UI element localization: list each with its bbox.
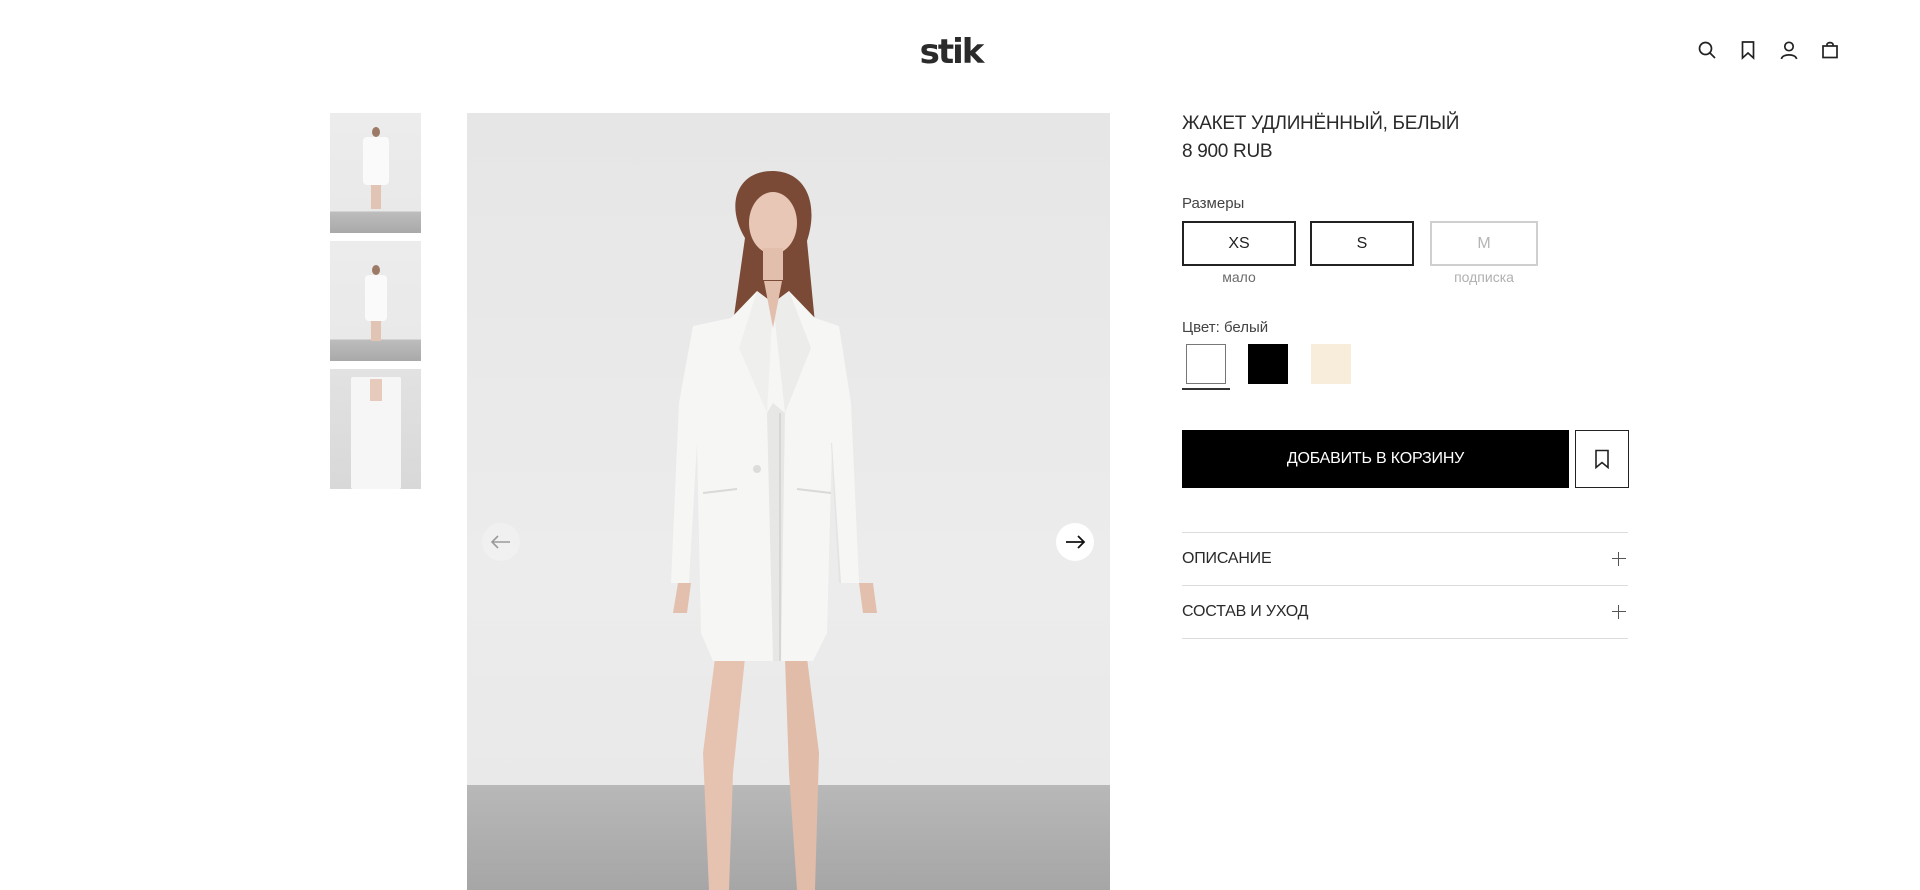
header-icons (1696, 38, 1840, 62)
thumbnail-3[interactable] (330, 369, 421, 489)
user-icon[interactable] (1778, 38, 1799, 62)
model-illustration (671, 171, 877, 890)
thumb-figure-skin (370, 379, 382, 401)
size-note-xs: мало (1222, 269, 1256, 285)
bag-icon[interactable] (1819, 38, 1840, 62)
thumbnail-1[interactable] (330, 113, 421, 233)
bookmark-icon (1595, 449, 1609, 469)
logo[interactable]: stik (918, 32, 985, 72)
thumbnail-list (330, 113, 421, 497)
next-image-button[interactable] (1056, 523, 1094, 561)
size-button-s[interactable]: S (1310, 221, 1414, 266)
selected-color-indicator (1182, 388, 1230, 390)
size-button-m[interactable]: M (1430, 221, 1538, 266)
size-label: XS (1228, 234, 1250, 252)
thumb-figure-legs (370, 185, 381, 209)
color-swatch-black[interactable] (1248, 344, 1288, 384)
product-title: ЖАКЕТ УДЛИНЁННЫЙ, БЕЛЫЙ (1182, 113, 1460, 134)
arrow-left-icon (490, 535, 510, 549)
thumb-figure-coat (364, 275, 387, 321)
thumb-figure-legs (370, 321, 381, 341)
search-icon[interactable] (1696, 38, 1717, 62)
wishlist-button[interactable] (1575, 430, 1629, 488)
accordion-description[interactable]: ОПИСАНИЕ (1182, 533, 1628, 586)
plus-icon (1612, 552, 1626, 566)
size-label: M (1477, 234, 1491, 252)
thumb-figure-coat (362, 137, 389, 185)
product-price: 8 900 RUB (1182, 141, 1273, 162)
logo-text: stik (919, 32, 985, 72)
size-button-xs[interactable]: XS (1182, 221, 1296, 266)
size-label: S (1356, 234, 1368, 252)
main-product-image[interactable] (467, 113, 1110, 890)
prev-image-button[interactable] (482, 523, 520, 561)
bookmark-icon[interactable] (1737, 38, 1758, 62)
color-swatch-cream[interactable] (1311, 344, 1351, 384)
add-to-cart-button[interactable]: ДОБАВИТЬ В КОРЗИНУ (1182, 430, 1569, 488)
color-swatch-white[interactable] (1186, 344, 1226, 384)
color-label: Цвет: белый (1182, 319, 1269, 336)
accordion-label: СОСТАВ И УХОД (1182, 603, 1309, 620)
product-info: ЖАКЕТ УДЛИНЁННЫЙ, БЕЛЫЙ 8 900 RUB Размер… (1182, 112, 1629, 639)
arrow-right-icon (1066, 535, 1086, 549)
accordion-composition-care[interactable]: СОСТАВ И УХОД (1182, 586, 1628, 639)
accordion-label: ОПИСАНИЕ (1182, 550, 1272, 567)
thumb-figure-head (371, 127, 380, 137)
thumbnail-2[interactable] (330, 241, 421, 361)
sizes-label: Размеры (1182, 195, 1245, 212)
plus-icon (1612, 605, 1626, 619)
size-note-m: подписка (1454, 269, 1514, 285)
thumb-figure-head (371, 265, 380, 275)
accordion: ОПИСАНИЕ СОСТАВ И УХОД (1182, 532, 1628, 639)
